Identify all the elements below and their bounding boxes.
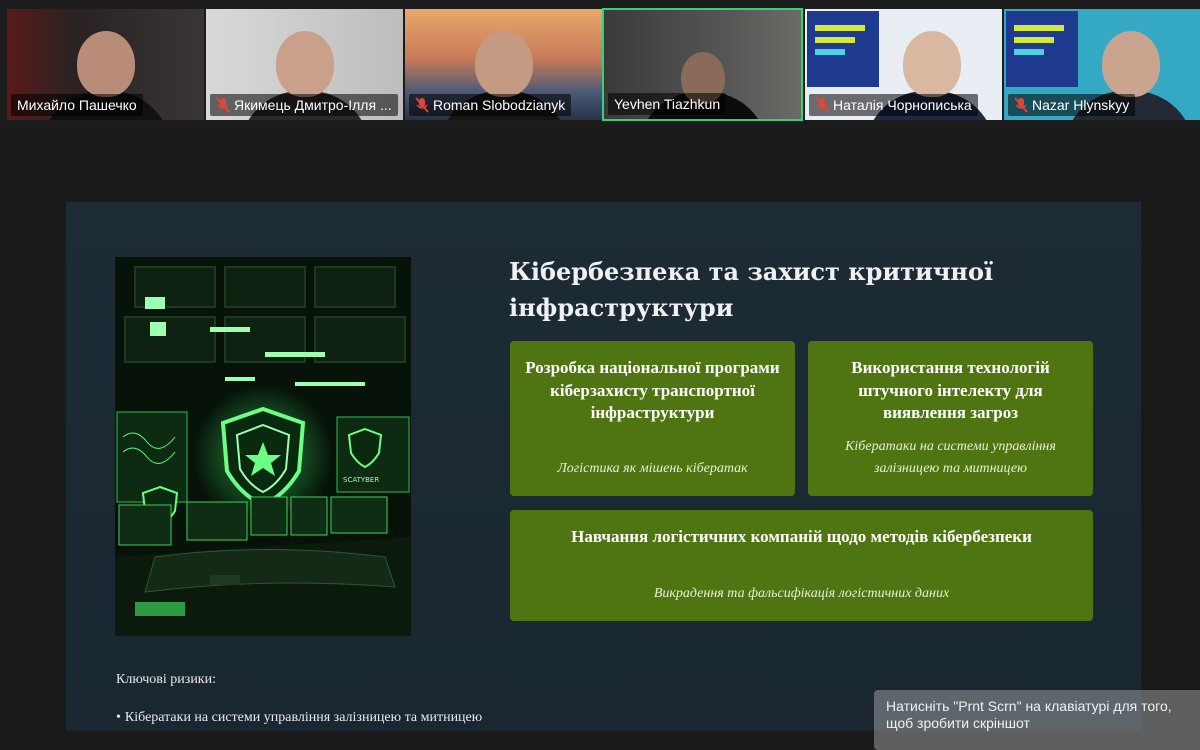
participants-strip: Михайло Пашечко Якимець Дмитро-Ілля ... … (0, 0, 1200, 128)
risk-item: Кібератаки на системи управління залізни… (116, 710, 482, 726)
participant-name-tag: Наталія Чорнописька (809, 94, 978, 116)
participant-name: Михайло Пашечко (17, 97, 137, 113)
screenshot-hint-toast[interactable]: Натисніть "Prnt Scrn" на клавіатурі для … (874, 690, 1200, 750)
topic-card: Навчання логістичних компаній щодо метод… (510, 510, 1093, 621)
risks-heading: Ключові ризики: (116, 672, 216, 687)
mic-muted-icon (815, 97, 829, 113)
control-room-image: SCATYBER (115, 257, 411, 636)
participant-name: Якимець Дмитро-Ілля ... (234, 97, 392, 113)
cyber-security-illustration: SCATYBER (115, 257, 411, 636)
participant-face (1102, 31, 1160, 97)
participant-name: Наталія Чорнописька (833, 97, 972, 113)
mic-muted-icon (1014, 97, 1028, 113)
card-title: Навчання логістичних компаній щодо метод… (571, 527, 1032, 546)
participant-name: Nazar Hlynskyy (1032, 97, 1130, 113)
participant-name-tag: Якимець Дмитро-Ілля ... (210, 94, 398, 116)
participant-tile[interactable]: Nazar Hlynskyy (1004, 9, 1200, 120)
participant-tile[interactable]: Михайло Пашечко (7, 9, 204, 120)
participant-tile[interactable]: Roman Slobodzianyk (405, 9, 602, 120)
participant-name-tag: Roman Slobodzianyk (409, 94, 572, 116)
participant-name-tag: Nazar Hlynskyy (1008, 94, 1136, 116)
image-label: SCATYBER (343, 476, 379, 484)
participant-face (76, 31, 135, 97)
card-title: Використання технологій штучного інтелек… (851, 358, 1050, 422)
card-subtitle: Викрадення та фальсифікація логістичних … (653, 586, 950, 601)
participant-name: Roman Slobodzianyk (433, 97, 566, 113)
event-poster (1006, 11, 1078, 87)
participant-name-tag: Yevhen Tiazhkun (608, 93, 727, 115)
participant-name-tag: Михайло Пашечко (11, 94, 143, 116)
topic-card: Розробка національної програми кіберзахи… (510, 341, 795, 496)
participant-tile[interactable]: Наталія Чорнописька (805, 9, 1002, 120)
participant-tile[interactable]: Якимець Дмитро-Ілля ... (206, 9, 403, 120)
mic-muted-icon (216, 97, 230, 113)
participant-name: Yevhen Tiazhkun (614, 96, 721, 112)
participant-face (275, 31, 334, 97)
toast-text: Натисніть "Prnt Scrn" на клавіатурі для … (886, 698, 1172, 731)
card-subtitle: Логістика як мішень кібератак (557, 461, 748, 476)
card-subtitle: Кібератаки на системи управління залізни… (845, 439, 1056, 476)
participant-tile-active-speaker[interactable]: Yevhen Tiazhkun (602, 8, 803, 121)
participant-face (474, 31, 533, 97)
slide-title: Кібербезпека та захист критичної інфраст… (509, 257, 994, 322)
event-poster (807, 11, 879, 87)
shared-slide: SCATYBER Кібербезпека та захист критично… (66, 202, 1141, 731)
topic-card: Використання технологій штучного інтелек… (808, 341, 1093, 496)
participant-face (903, 31, 961, 97)
card-title: Розробка національної програми кіберзахи… (525, 358, 780, 422)
mic-muted-icon (415, 97, 429, 113)
